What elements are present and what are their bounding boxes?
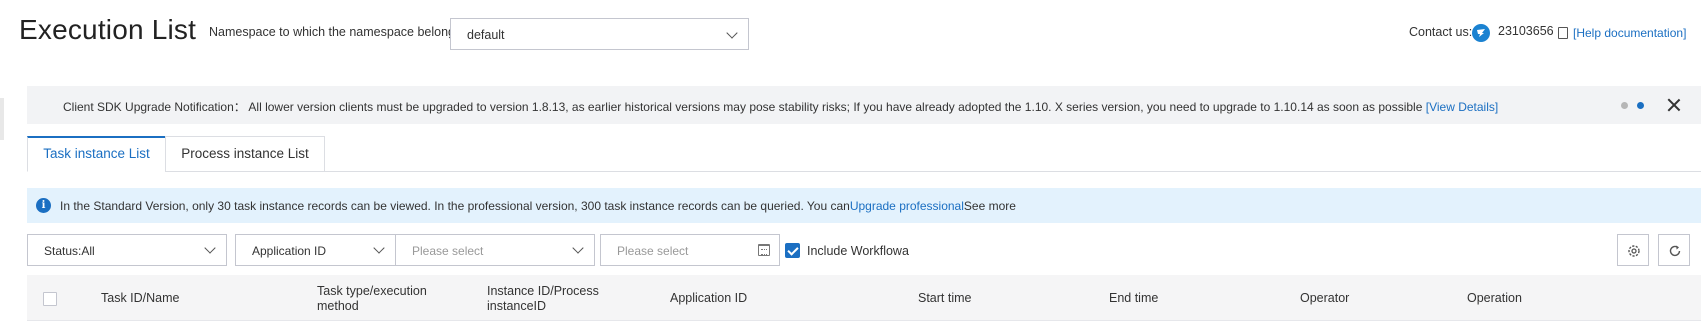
- dingtalk-icon[interactable]: [1472, 24, 1490, 42]
- sdk-upgrade-notice: Client SDK Upgrade Notification： All low…: [27, 86, 1701, 124]
- notice-text: Client SDK Upgrade Notification： All low…: [63, 98, 1498, 115]
- carousel-dot-2[interactable]: [1637, 102, 1644, 109]
- chevron-down-icon: [572, 242, 584, 254]
- close-icon[interactable]: [1666, 97, 1682, 113]
- column-application-id: Application ID: [670, 291, 748, 305]
- application-id-select[interactable]: Please select: [395, 234, 595, 266]
- upgrade-professional-link[interactable]: Upgrade professional: [850, 199, 964, 213]
- info-icon: i: [36, 198, 51, 213]
- date-picker[interactable]: Please select: [600, 234, 780, 266]
- calendar-icon: [758, 244, 770, 256]
- tab-task-instance-list[interactable]: Task instance List: [27, 136, 166, 172]
- info-message: In the Standard Version, only 30 task in…: [60, 199, 850, 213]
- document-icon: [1558, 27, 1568, 39]
- status-value: Status:All: [44, 244, 95, 258]
- edition-info-bar: i In the Standard Version, only 30 task …: [27, 188, 1701, 223]
- view-details-link[interactable]: [View Details]: [1426, 100, 1498, 114]
- column-operator: Operator: [1300, 291, 1350, 305]
- page-title: Execution List: [19, 14, 197, 45]
- column-operation: Operation: [1467, 291, 1522, 305]
- include-workflow-checkbox[interactable]: [785, 243, 800, 258]
- column-instance-id: Instance ID/Process instanceID: [487, 284, 599, 313]
- tab-bar: Task instance List Process instance List: [27, 136, 1701, 172]
- page-header: Execution List Namespace to which the na…: [0, 0, 1701, 66]
- column-task-type: Task type/execution method: [317, 284, 427, 313]
- see-more-text: See more: [963, 199, 1016, 213]
- column-start-time: Start time: [918, 291, 972, 305]
- contact-label: Contact us:: [1409, 25, 1473, 39]
- select-all-checkbox[interactable]: [43, 292, 57, 306]
- refresh-icon: [1669, 245, 1681, 257]
- carousel-dot-1[interactable]: [1621, 102, 1628, 109]
- namespace-label: Namespace to which the namespace belongs…: [209, 25, 465, 39]
- side-strip: [0, 98, 4, 140]
- contact-number: 23103656: [1498, 24, 1554, 38]
- column-end-time: End time: [1109, 291, 1159, 305]
- notice-message: Client SDK Upgrade Notification： All low…: [63, 100, 1426, 114]
- application-id-placeholder: Please select: [412, 244, 484, 258]
- status-select[interactable]: Status:All: [27, 234, 227, 266]
- filter-bar: Status:All Application ID Please select …: [0, 234, 1701, 268]
- search-field-value: Application ID: [252, 244, 327, 258]
- chevron-down-icon: [204, 242, 216, 254]
- chevron-down-icon: [373, 242, 385, 254]
- namespace-value: default: [467, 28, 505, 42]
- settings-icon: [1628, 245, 1640, 257]
- tab-process-instance-list[interactable]: Process instance List: [165, 136, 325, 172]
- info-text: In the Standard Version, only 30 task in…: [60, 199, 1016, 213]
- chevron-down-icon: [726, 27, 738, 39]
- search-field-select[interactable]: Application ID: [235, 234, 396, 266]
- include-workflow-label[interactable]: Include Workflowa: [807, 244, 909, 258]
- help-documentation-link[interactable]: [Help documentation]: [1573, 26, 1686, 40]
- date-placeholder: Please select: [617, 244, 689, 258]
- settings-button[interactable]: [1617, 234, 1649, 266]
- table-header: Task ID/Name Task type/execution method …: [27, 275, 1701, 321]
- refresh-button[interactable]: [1658, 234, 1690, 266]
- column-task-id-name: Task ID/Name: [101, 291, 180, 305]
- namespace-select[interactable]: default: [450, 18, 749, 50]
